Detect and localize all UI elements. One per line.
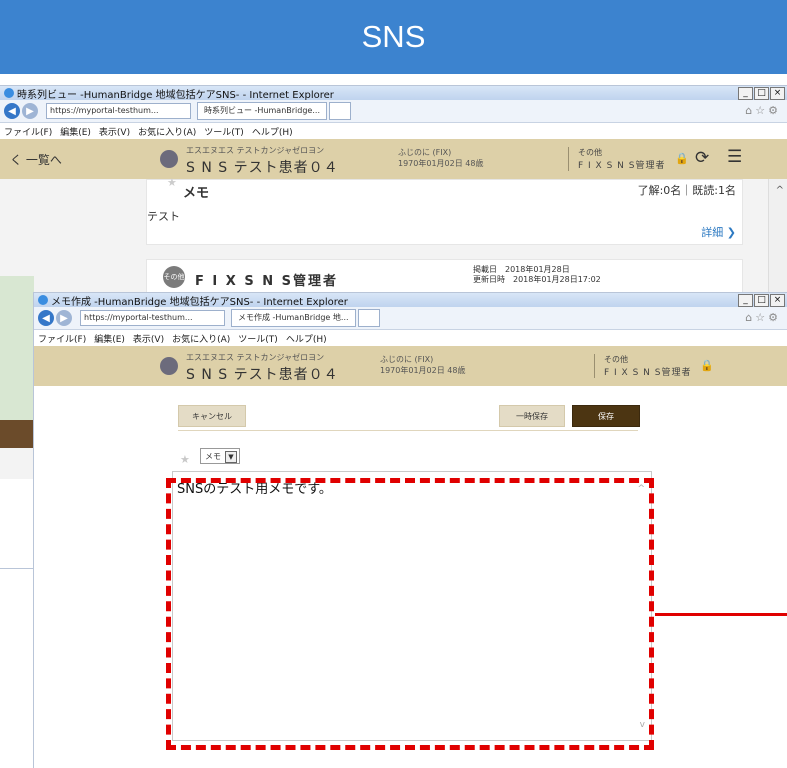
post-author: F I X S N S管理者 bbox=[195, 274, 338, 289]
user-role-label: その他 bbox=[604, 355, 628, 364]
patient-kana: エスエヌエス テストカンジャゼロヨン bbox=[186, 146, 325, 155]
user-role-label: その他 bbox=[578, 148, 602, 157]
post-author-badge: その他 bbox=[163, 266, 185, 288]
close-button[interactable]: × bbox=[770, 87, 785, 100]
post-date-updated: 更新日時 2018年01月28日17:02 bbox=[473, 275, 601, 284]
new-tab-button[interactable] bbox=[357, 309, 380, 327]
back-arrow-icon[interactable]: ◀ bbox=[38, 310, 54, 326]
browser-tab[interactable]: メモ作成 -HumanBridge 地... bbox=[231, 309, 356, 327]
menu-edit[interactable]: 編集(E) bbox=[60, 125, 91, 138]
minimize-button[interactable]: _ bbox=[738, 294, 753, 307]
window-titlebar: メモ作成 -HumanBridge 地域包括ケアSNS- - Internet … bbox=[34, 293, 787, 308]
hamburger-menu-icon[interactable]: ☰ bbox=[727, 147, 742, 167]
browser-tab[interactable]: 時系列ビュー -HumanBridge... bbox=[197, 102, 327, 120]
window-titlebar: 時系列ビュー -HumanBridge 地域包括ケアSNS- - Interne… bbox=[0, 86, 787, 101]
star-icon[interactable]: ★ bbox=[167, 176, 177, 189]
patient-birth-date: 1970年01月02日 48歳 bbox=[380, 366, 466, 375]
menu-view[interactable]: 表示(V) bbox=[99, 125, 130, 138]
ie-logo-icon bbox=[38, 295, 48, 305]
refresh-icon[interactable]: ⟳ bbox=[695, 148, 709, 168]
browser-navbar: ◀ ▶ https://myportal-testhum... メモ作成 -Hu… bbox=[34, 307, 787, 330]
window-controls: _ □ × bbox=[737, 294, 785, 307]
window-title: メモ作成 -HumanBridge 地域包括ケアSNS- - Internet … bbox=[51, 296, 348, 308]
user-role-name: F I X S N S管理者 bbox=[604, 368, 692, 378]
menu-help[interactable]: ヘルプ(H) bbox=[252, 125, 293, 138]
address-bar[interactable]: https://myportal-testhum... bbox=[46, 103, 191, 119]
app-header: く 一覧へ エスエヌエス テストカンジャゼロヨン S N S テスト患者０４ ふ… bbox=[0, 139, 787, 179]
patient-name: S N S テスト患者０４ bbox=[186, 367, 339, 383]
save-button[interactable]: 保存 bbox=[572, 405, 640, 427]
menu-file[interactable]: ファイル(F) bbox=[4, 125, 52, 138]
maximize-button[interactable]: □ bbox=[754, 294, 769, 307]
new-tab-button[interactable] bbox=[329, 102, 351, 120]
temp-save-button[interactable]: 一時保存 bbox=[499, 405, 565, 427]
lock-icon: 🔒 bbox=[675, 152, 689, 165]
cancel-button[interactable]: キャンセル bbox=[178, 405, 246, 427]
memo-type-value: メモ bbox=[205, 451, 221, 461]
patient-avatar-icon bbox=[160, 150, 178, 168]
toolbar-icons[interactable]: ⌂☆⚙ bbox=[745, 311, 781, 324]
memo-card-body: テスト bbox=[147, 210, 180, 223]
back-arrow-icon[interactable]: ◀ bbox=[4, 103, 20, 119]
menu-tools[interactable]: ツール(T) bbox=[204, 125, 244, 138]
header-divider bbox=[594, 354, 595, 378]
minimize-button[interactable]: _ bbox=[738, 87, 753, 100]
patient-birth-kana: ふじのに (FIX) bbox=[398, 148, 452, 157]
memo-card[interactable]: ★ メモ 了解:0名｜既読:1名 テスト 詳細 ❯ bbox=[146, 176, 743, 245]
header-divider bbox=[568, 147, 569, 171]
patient-birth-kana: ふじのに (FIX) bbox=[380, 355, 434, 364]
menu-bar: ファイル(F) 編集(E) 表示(V) お気に入り(A) ツール(T) ヘルプ(… bbox=[34, 330, 787, 346]
menu-favorites[interactable]: お気に入り(A) bbox=[138, 125, 196, 138]
user-role-name: F I X S N S管理者 bbox=[578, 161, 666, 171]
memo-card-title: メモ bbox=[183, 186, 210, 201]
browser-navbar: ◀ ▶ https://myportal-testhum... 時系列ビュー -… bbox=[0, 100, 787, 123]
window-controls: _ □ × bbox=[737, 87, 785, 100]
chevron-down-icon[interactable]: ▼ bbox=[225, 451, 237, 463]
menu-bar: ファイル(F) 編集(E) 表示(V) お気に入り(A) ツール(T) ヘルプ(… bbox=[0, 123, 787, 139]
highlight-connector-line bbox=[655, 613, 787, 616]
forward-arrow-icon[interactable]: ▶ bbox=[22, 103, 38, 119]
patient-birth-date: 1970年01月02日 48歳 bbox=[398, 159, 484, 168]
scroll-up-icon[interactable]: ^ bbox=[776, 185, 784, 196]
forward-arrow-icon[interactable]: ▶ bbox=[56, 310, 72, 326]
star-icon[interactable]: ★ bbox=[180, 453, 190, 466]
memo-card-stats: 了解:0名｜既読:1名 bbox=[637, 184, 736, 197]
background-illustration bbox=[0, 276, 34, 420]
address-bar[interactable]: https://myportal-testhum... bbox=[80, 310, 225, 326]
patient-avatar-icon bbox=[160, 357, 178, 375]
memo-type-select[interactable]: メモ ▼ bbox=[200, 448, 240, 464]
page-banner: SNS bbox=[0, 0, 787, 74]
maximize-button[interactable]: □ bbox=[754, 87, 769, 100]
menu-help[interactable]: ヘルプ(H) bbox=[286, 332, 327, 345]
menu-favorites[interactable]: お気に入り(A) bbox=[172, 332, 230, 345]
back-to-list-link[interactable]: く 一覧へ bbox=[10, 151, 62, 168]
ie-logo-icon bbox=[4, 88, 14, 98]
patient-name: S N S テスト患者０４ bbox=[186, 160, 339, 176]
toolbar-icons[interactable]: ⌂☆⚙ bbox=[745, 104, 781, 117]
banner-title: SNS bbox=[361, 19, 426, 54]
detail-link[interactable]: 詳細 ❯ bbox=[701, 224, 736, 240]
menu-file[interactable]: ファイル(F) bbox=[38, 332, 86, 345]
window-title: 時系列ビュー -HumanBridge 地域包括ケアSNS- - Interne… bbox=[17, 89, 334, 101]
lock-icon: 🔒 bbox=[700, 359, 714, 372]
menu-edit[interactable]: 編集(E) bbox=[94, 332, 125, 345]
app-header: エスエヌエス テストカンジャゼロヨン S N S テスト患者０４ ふじのに (F… bbox=[34, 346, 787, 386]
close-button[interactable]: × bbox=[770, 294, 785, 307]
form-divider bbox=[178, 430, 638, 431]
patient-kana: エスエヌエス テストカンジャゼロヨン bbox=[186, 353, 325, 362]
background-illustration-ground bbox=[0, 420, 34, 448]
menu-view[interactable]: 表示(V) bbox=[133, 332, 164, 345]
highlight-box bbox=[166, 478, 654, 750]
menu-tools[interactable]: ツール(T) bbox=[238, 332, 278, 345]
